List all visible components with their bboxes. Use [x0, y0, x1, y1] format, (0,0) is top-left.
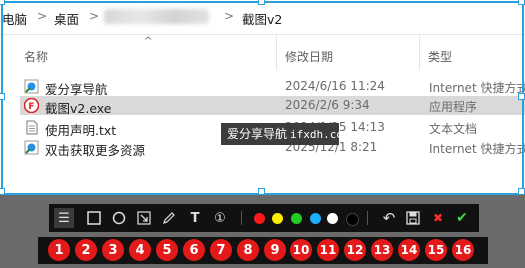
breadcrumb-chevron-icon: > [37, 9, 48, 23]
close-icon[interactable]: ✖ [428, 208, 448, 228]
breadcrumb-chevron-icon: > [224, 9, 235, 23]
text-tool-icon[interactable]: T [185, 208, 205, 228]
file-modified: 2026/2/6 9:34 [285, 98, 370, 112]
file-name: 使用声明.txt [45, 123, 117, 138]
file-modified: 2024/6/16 11:24 [285, 79, 385, 93]
resize-handle[interactable] [0, 0, 5, 5]
numbered-legend-row: 1 2 3 4 5 6 7 8 9 10 11 12 13 14 15 16 [38, 237, 488, 264]
number-badge: 15 [425, 239, 447, 261]
number-badge: 6 [183, 239, 205, 261]
number-badge: 2 [75, 239, 97, 261]
number-badge: 13 [371, 239, 393, 261]
ellipse-tool-icon[interactable] [109, 208, 129, 228]
app-red-icon: F [24, 98, 39, 113]
internet-shortcut-icon [24, 79, 39, 94]
breadcrumb-chevron-icon: > [89, 9, 100, 23]
toolbar-divider [241, 211, 242, 225]
number-badge: 11 [317, 239, 339, 261]
number-badge: 1 [48, 239, 70, 261]
column-header-row: ^ 名称 修改日期 类型 [0, 34, 525, 70]
color-blue-swatch[interactable] [310, 213, 321, 224]
blurred-folder-name [104, 9, 209, 24]
number-badge: 7 [210, 239, 232, 261]
confirm-check-icon[interactable]: ✔ [452, 208, 472, 228]
resize-handle[interactable] [0, 93, 5, 100]
resize-handle[interactable] [518, 0, 525, 5]
number-tool-icon[interactable]: ① [210, 208, 230, 228]
menu-icon[interactable]: ☰ [54, 208, 74, 228]
breadcrumb-computer[interactable]: 电脑 [2, 9, 27, 28]
number-badge: 10 [290, 239, 312, 261]
toolbar-divider [367, 211, 368, 225]
color-green-swatch[interactable] [291, 213, 302, 224]
svg-text:F: F [28, 102, 34, 112]
file-name: 截图v2.exe [45, 101, 112, 116]
file-row-selected[interactable]: F 截图v2.exe 2026/2/6 9:34 应用程序 [20, 96, 525, 116]
column-header-modified[interactable]: 修改日期 [285, 48, 333, 65]
text-file-icon [26, 120, 38, 135]
resize-handle[interactable] [258, 0, 265, 5]
color-yellow-swatch[interactable] [272, 213, 283, 224]
save-icon[interactable] [403, 208, 423, 228]
address-bar[interactable]: 电脑 > 桌面 > > 截图v2 [0, 0, 525, 35]
file-name: 双击获取更多资源 [45, 143, 146, 158]
number-badge: 12 [344, 239, 366, 261]
breadcrumb-desktop[interactable]: 桌面 [54, 9, 79, 28]
explorer-window: 电脑 > 桌面 > > 截图v2 ^ 名称 修改日期 类型 爱分享导航 2024… [0, 0, 525, 195]
column-header-type[interactable]: 类型 [428, 48, 452, 65]
number-badge: 14 [398, 239, 420, 261]
color-black-swatch[interactable] [346, 213, 359, 226]
file-row[interactable]: 爱分享导航 2024/6/16 11:24 Internet 快捷方式 [20, 77, 525, 97]
arrow-tool-icon[interactable] [134, 208, 154, 228]
resize-handle[interactable] [0, 188, 5, 195]
internet-shortcut-icon [24, 140, 39, 155]
color-red-swatch[interactable] [254, 213, 265, 224]
breadcrumb-current-folder[interactable]: 截图v2 [242, 9, 282, 28]
column-divider[interactable] [419, 34, 420, 70]
column-divider[interactable] [276, 34, 277, 70]
watermark: 爱分享导航 ifxdh.com [221, 123, 350, 145]
resize-handle[interactable] [258, 188, 265, 195]
annotation-toolbar: ☰ T ① ↶ ✖ ✔ [49, 204, 479, 232]
file-type: Internet 快捷方式 [429, 81, 525, 95]
number-badge: 5 [156, 239, 178, 261]
watermark-name: 爱分享导航 [227, 127, 288, 141]
watermark-site: ifxdh.com [290, 128, 350, 141]
number-badge: 8 [237, 239, 259, 261]
file-type: Internet 快捷方式 [429, 142, 525, 156]
number-badge: 16 [452, 239, 474, 261]
resize-handle[interactable] [518, 188, 525, 195]
column-header-name[interactable]: 名称 [24, 48, 48, 65]
sort-ascending-icon: ^ [144, 36, 153, 47]
resize-handle[interactable] [518, 93, 525, 100]
undo-icon[interactable]: ↶ [379, 208, 399, 228]
number-badge: 4 [129, 239, 151, 261]
rectangle-tool-icon[interactable] [84, 208, 104, 228]
number-badge: 9 [264, 239, 286, 261]
color-white-swatch[interactable] [327, 213, 338, 224]
pencil-tool-icon[interactable] [159, 208, 179, 228]
file-type: 文本文档 [429, 122, 478, 136]
file-type: 应用程序 [429, 100, 478, 114]
number-badge: 3 [102, 239, 124, 261]
